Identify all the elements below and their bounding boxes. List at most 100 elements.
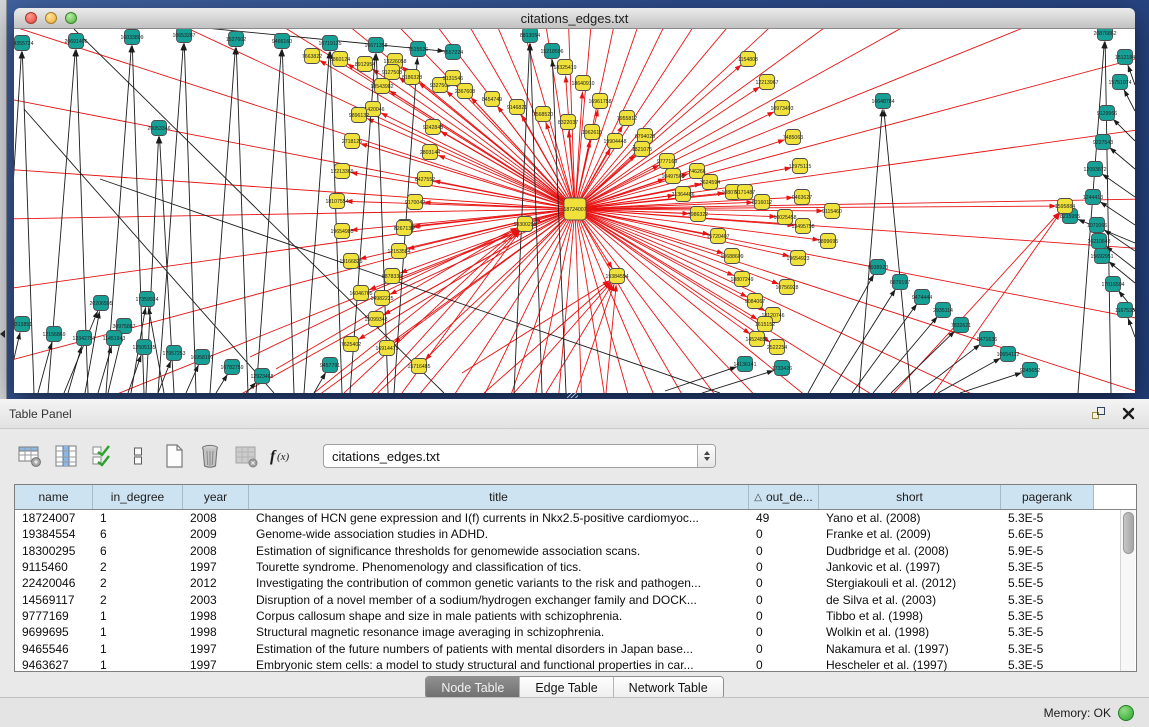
table-scrollbar-thumb[interactable] xyxy=(1123,512,1134,554)
splitpane-resize-grip[interactable] xyxy=(567,393,578,398)
row-height-icon[interactable] xyxy=(124,443,151,470)
cell-pagerank[interactable]: 5.3E-5 xyxy=(1001,511,1094,525)
cell-out-de-[interactable]: 0 xyxy=(749,527,819,541)
cell-short[interactable]: Nakamura et al. (1997) xyxy=(819,642,1001,656)
table-row[interactable]: 911546021997Tourette syndrome. Phenomeno… xyxy=(15,559,1136,575)
cell-pagerank[interactable]: 5.3E-5 xyxy=(1001,609,1094,623)
cell-out-de-[interactable]: 49 xyxy=(749,511,819,525)
tab-edge-table[interactable]: Edge Table xyxy=(520,677,613,698)
network-edge[interactable] xyxy=(216,374,228,393)
network-edge[interactable] xyxy=(606,284,616,393)
table-row[interactable]: 1938455462009Genome-wide association stu… xyxy=(15,526,1136,542)
column-header-short[interactable]: short xyxy=(819,485,1001,509)
network-graph[interactable]: 2435572420691406160338091065328715276029… xyxy=(14,29,1135,393)
cell-short[interactable]: Wolkin et al. (1998) xyxy=(819,625,1001,639)
cell-pagerank[interactable]: 5.5E-5 xyxy=(1001,576,1094,590)
cell-title[interactable]: Disruption of a novel member of a sodium… xyxy=(249,593,749,607)
network-edge[interactable] xyxy=(1100,202,1135,225)
table-row[interactable]: 946362711997Embryonic stem cells: a mode… xyxy=(15,657,1136,672)
cell-year[interactable]: 2012 xyxy=(183,576,249,590)
network-edge[interactable] xyxy=(394,209,575,343)
network-edge[interactable] xyxy=(367,118,575,209)
table-scrollbar[interactable] xyxy=(1120,510,1135,671)
network-edge[interactable] xyxy=(1128,318,1135,337)
cell-name[interactable]: 9463627 xyxy=(15,658,93,672)
network-edge[interactable] xyxy=(934,213,1060,393)
cell-year[interactable]: 1997 xyxy=(183,658,249,672)
table-row[interactable]: 977716911998Corpus callosum shape and si… xyxy=(15,608,1136,624)
cell-in-degree[interactable]: 1 xyxy=(93,625,183,639)
cell-short[interactable]: Tibbo et al. (1998) xyxy=(819,609,1001,623)
cell-out-de-[interactable]: 0 xyxy=(749,625,819,639)
create-column-icon[interactable] xyxy=(160,443,187,470)
network-edge[interactable] xyxy=(665,367,737,391)
table-mode-icon[interactable] xyxy=(16,443,43,470)
network-edge[interactable] xyxy=(154,29,445,51)
cell-in-degree[interactable]: 6 xyxy=(93,527,183,541)
column-header-pagerank[interactable]: pagerank xyxy=(1001,485,1094,509)
cell-year[interactable]: 2008 xyxy=(183,544,249,558)
network-edge[interactable] xyxy=(484,282,611,393)
table-row[interactable]: 1456911722003Disruption of a novel membe… xyxy=(15,591,1136,607)
cell-name[interactable]: 19384554 xyxy=(15,527,93,541)
tab-network-table[interactable]: Network Table xyxy=(614,677,723,698)
cell-out-de-[interactable]: 0 xyxy=(749,560,819,574)
network-edge[interactable] xyxy=(917,344,980,393)
network-edge[interactable] xyxy=(1113,119,1135,141)
network-edge[interactable] xyxy=(873,316,938,393)
network-edge[interactable] xyxy=(1105,41,1111,393)
cell-out-de-[interactable]: 0 xyxy=(749,544,819,558)
cell-title[interactable]: Changes of HCN gene expression and I(f) … xyxy=(249,511,749,525)
network-edge[interactable] xyxy=(425,209,575,360)
table-row[interactable]: 946554611997Estimation of the future num… xyxy=(15,640,1136,656)
network-edge[interactable] xyxy=(1124,90,1135,111)
cell-short[interactable]: Franke et al. (2009) xyxy=(819,527,1001,541)
column-header-in-degree[interactable]: in_degree xyxy=(93,485,183,509)
cell-in-degree[interactable]: 2 xyxy=(93,560,183,574)
network-edge[interactable] xyxy=(304,51,329,393)
cell-title[interactable]: Genome-wide association studies in ADHD. xyxy=(249,527,749,541)
cell-title[interactable]: Estimation of significance thresholds fo… xyxy=(249,544,749,558)
cell-title[interactable]: Tourette syndrome. Phenomenology and cla… xyxy=(249,560,749,574)
network-window-titlebar[interactable]: citations_edges.txt xyxy=(14,8,1135,29)
minimize-window-icon[interactable] xyxy=(45,12,57,24)
cell-pagerank[interactable]: 5.3E-5 xyxy=(1001,593,1094,607)
cell-short[interactable]: Dudbridge et al. (2008) xyxy=(819,544,1001,558)
cell-name[interactable]: 9115460 xyxy=(15,560,93,574)
splitpane-collapse-icon[interactable] xyxy=(0,330,5,338)
cell-title[interactable]: Structural magnetic resonance image aver… xyxy=(249,625,749,639)
cell-name[interactable]: 14569117 xyxy=(15,593,93,607)
cell-short[interactable]: de Silva et al. (2003) xyxy=(819,593,1001,607)
cell-short[interactable]: Hescheler et al. (1997) xyxy=(819,658,1001,672)
select-columns-icon[interactable] xyxy=(88,443,115,470)
cell-in-degree[interactable]: 6 xyxy=(93,544,183,558)
delete-column-icon[interactable] xyxy=(196,443,223,470)
network-edge[interactable] xyxy=(256,49,281,393)
cell-pagerank[interactable]: 5.6E-5 xyxy=(1001,527,1094,541)
network-edge[interactable] xyxy=(891,331,955,393)
delete-table-icon[interactable] xyxy=(232,443,259,470)
column-header-name[interactable]: name xyxy=(15,485,93,509)
cell-short[interactable]: Yano et al. (2008) xyxy=(819,511,1001,525)
zoom-window-icon[interactable] xyxy=(65,12,77,24)
network-edge[interactable] xyxy=(14,332,20,393)
table-row[interactable]: 2242004622012Investigating the contribut… xyxy=(15,575,1136,591)
cell-year[interactable]: 2008 xyxy=(183,511,249,525)
close-panel-icon[interactable] xyxy=(1119,405,1137,423)
cell-in-degree[interactable]: 1 xyxy=(93,658,183,672)
table-selector[interactable]: citations_edges.txt xyxy=(323,444,716,468)
table-row[interactable]: 969969511998Structural magnetic resonanc… xyxy=(15,624,1136,640)
cell-name[interactable]: 9465546 xyxy=(15,642,93,656)
tab-node-table[interactable]: Node Table xyxy=(426,677,520,698)
column-header-title[interactable]: title xyxy=(249,485,749,509)
column-header-year[interactable]: year xyxy=(183,485,249,509)
cell-pagerank[interactable]: 5.3E-5 xyxy=(1001,625,1094,639)
cell-in-degree[interactable]: 2 xyxy=(93,576,183,590)
memory-status-icon[interactable] xyxy=(1118,705,1134,721)
cell-pagerank[interactable]: 5.9E-5 xyxy=(1001,544,1094,558)
network-edge[interactable] xyxy=(566,75,575,209)
cell-short[interactable]: Stergiakouli et al. (2012) xyxy=(819,576,1001,590)
cell-out-de-[interactable]: 0 xyxy=(749,642,819,656)
network-edge[interactable] xyxy=(884,109,911,393)
cell-short[interactable]: Jankovic et al. (1997) xyxy=(819,560,1001,574)
